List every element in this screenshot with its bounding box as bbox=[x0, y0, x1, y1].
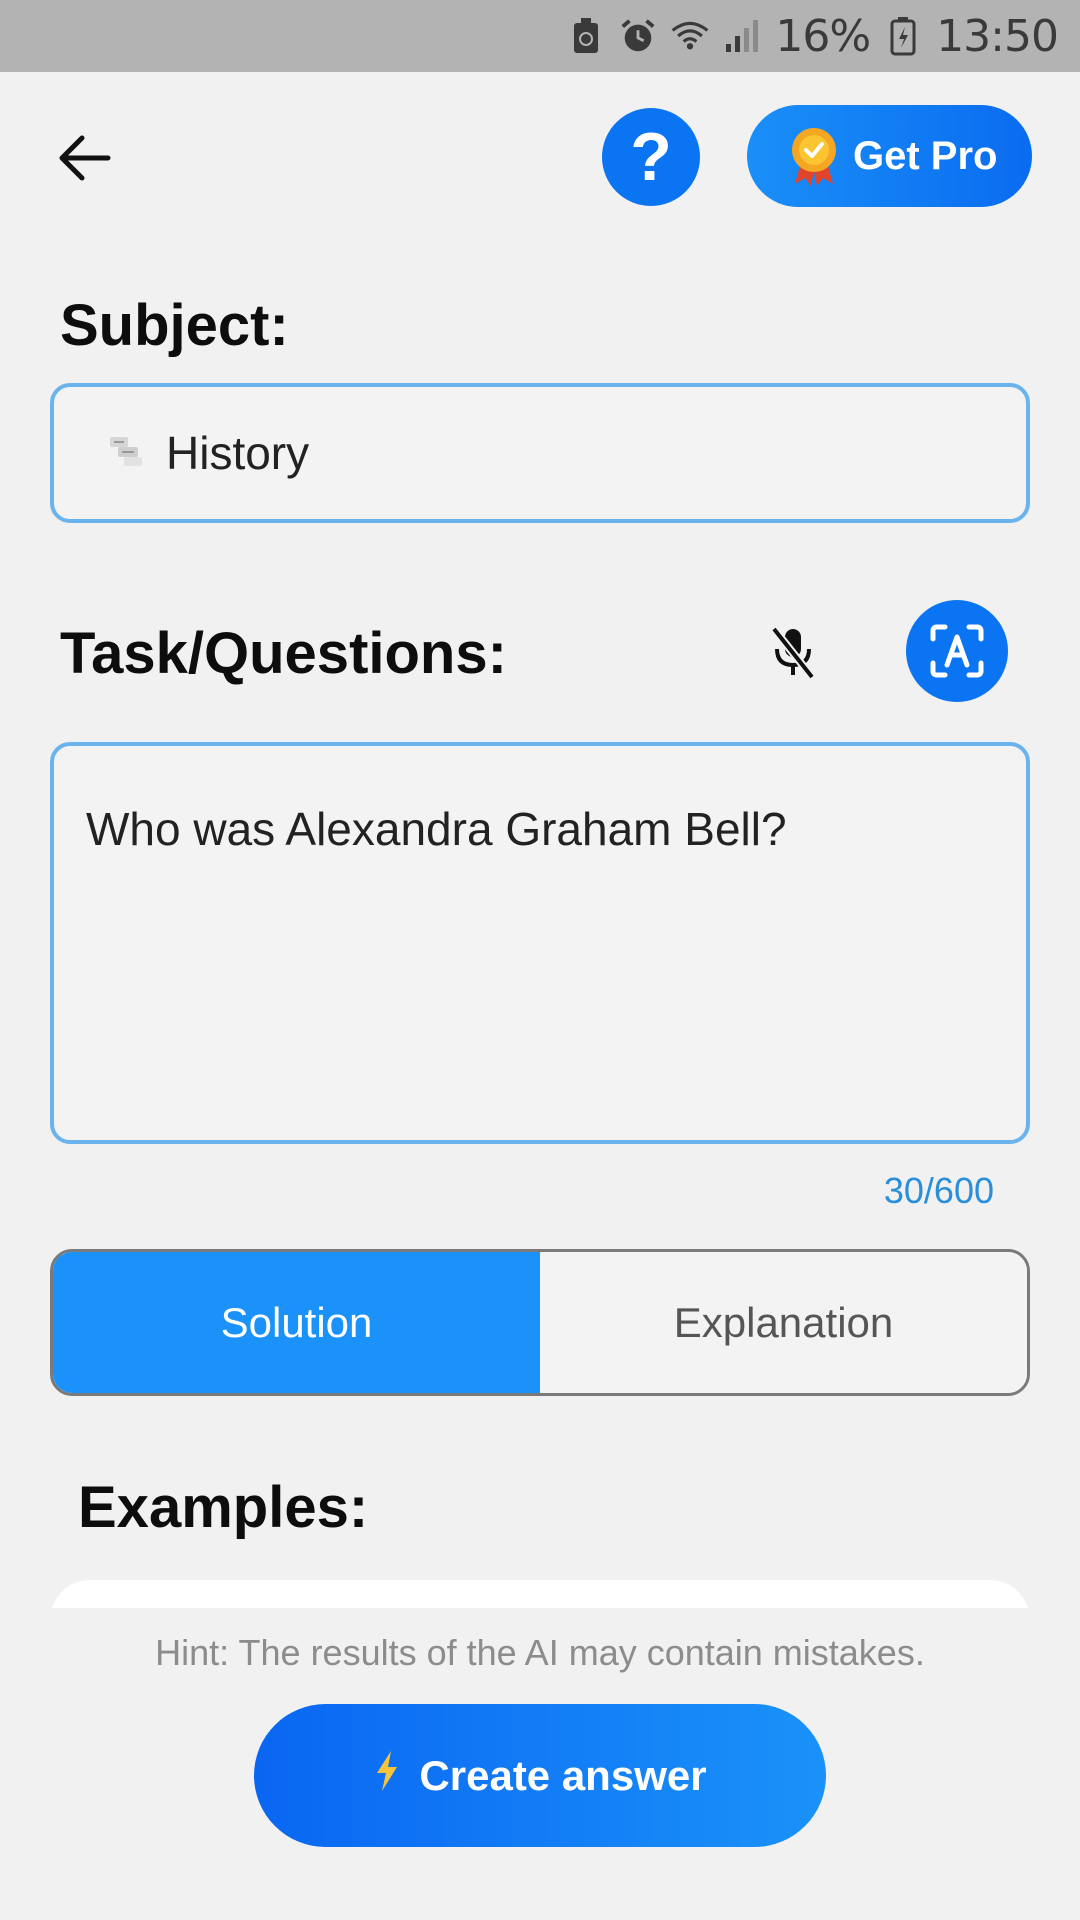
mic-button[interactable] bbox=[760, 620, 826, 686]
alarm-icon bbox=[619, 17, 657, 55]
battery-icon bbox=[884, 17, 922, 56]
text-scan-icon bbox=[930, 624, 984, 678]
examples-label: Examples: bbox=[78, 1475, 369, 1540]
mode-segmented-control: Solution Explanation bbox=[50, 1249, 1030, 1396]
help-label: ? bbox=[630, 119, 672, 195]
task-label: Task/Questions: bbox=[60, 621, 507, 686]
task-input[interactable]: Who was Alexandra Graham Bell? bbox=[50, 742, 1030, 1144]
lightning-icon bbox=[373, 1749, 401, 1803]
tab-solution[interactable]: Solution bbox=[53, 1252, 540, 1393]
ai-hint: Hint: The results of the AI may contain … bbox=[155, 1632, 925, 1673]
subject-selector[interactable]: History bbox=[50, 383, 1030, 523]
get-pro-button[interactable]: Get Pro bbox=[747, 105, 1032, 207]
tab-explanation[interactable]: Explanation bbox=[540, 1252, 1027, 1393]
history-scroll-icon bbox=[106, 433, 146, 474]
mic-off-icon bbox=[770, 626, 816, 680]
wifi-icon bbox=[671, 17, 709, 55]
medal-icon bbox=[789, 126, 839, 186]
get-pro-label: Get Pro bbox=[853, 133, 998, 178]
clock: 13:50 bbox=[936, 10, 1059, 62]
character-counter: 30/600 bbox=[883, 1170, 994, 1211]
task-text[interactable]: Who was Alexandra Graham Bell? bbox=[86, 803, 787, 855]
back-button[interactable] bbox=[52, 126, 116, 190]
create-answer-label: Create answer bbox=[419, 1751, 707, 1799]
create-answer-button[interactable]: Create answer bbox=[254, 1704, 826, 1847]
subject-value: History bbox=[166, 427, 310, 479]
subject-label: Subject: bbox=[60, 293, 289, 358]
text-scan-button[interactable] bbox=[906, 600, 1008, 702]
battery-saver-icon bbox=[567, 17, 605, 55]
battery-percent: 16% bbox=[775, 10, 871, 62]
status-bar: 16% 13:50 bbox=[0, 0, 1080, 72]
help-button[interactable]: ? bbox=[602, 108, 700, 206]
arrow-left-icon bbox=[59, 135, 111, 181]
signal-icon bbox=[723, 17, 761, 55]
